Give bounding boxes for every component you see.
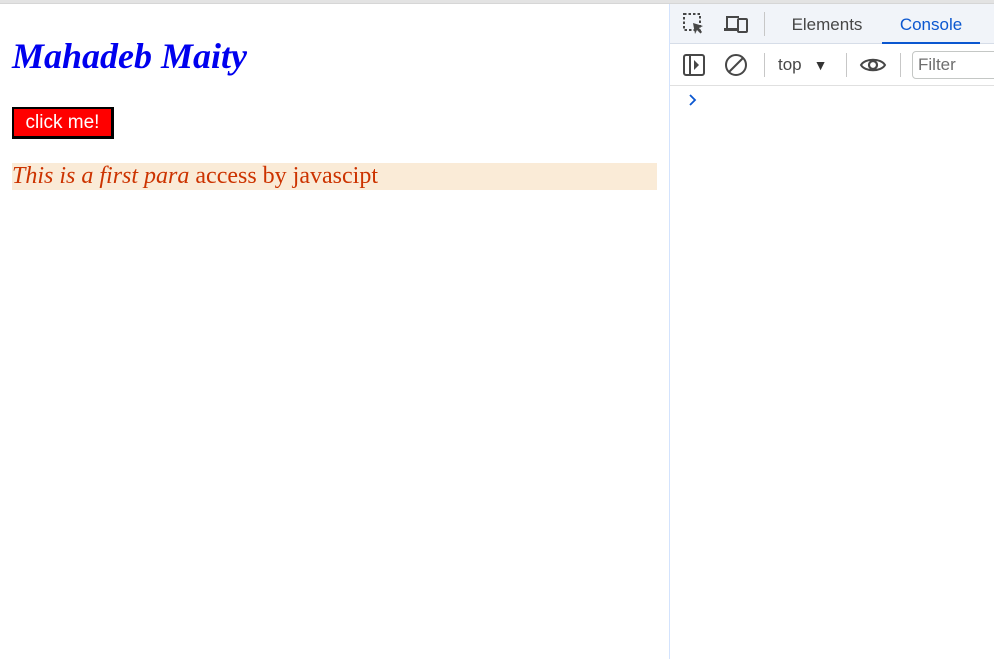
devtools-tabbar: Elements Console: [670, 4, 994, 44]
context-label: top: [778, 55, 802, 74]
paragraph-italic-text: This is a first para: [12, 163, 190, 189]
tab-elements[interactable]: Elements: [782, 4, 872, 44]
live-expression-eye-icon[interactable]: [859, 51, 887, 79]
tabbar-separator: [764, 12, 765, 36]
console-prompt-chevron-icon[interactable]: [686, 92, 700, 108]
context-selector[interactable]: top ▼: [778, 52, 828, 78]
devtools-panel: Elements Console top ▼: [669, 4, 994, 659]
inspect-element-icon[interactable]: [680, 10, 708, 38]
sidebar-toggle-icon[interactable]: [680, 51, 708, 79]
toolbar-separator: [764, 53, 765, 77]
context-dropdown-icon: ▼: [813, 57, 828, 73]
tab-console[interactable]: Console: [882, 4, 980, 44]
click-me-button[interactable]: click me!: [12, 107, 114, 139]
console-toolbar: top ▼: [670, 44, 994, 86]
first-paragraph: This is a first para access by javascipt: [12, 163, 657, 190]
device-toggle-icon[interactable]: [722, 10, 750, 38]
clear-console-icon[interactable]: [722, 51, 750, 79]
page-heading: Mahadeb Maity: [12, 36, 248, 76]
paragraph-plain-text: access by javascipt: [189, 163, 378, 189]
page-content: Mahadeb Maity click me! This is a first …: [0, 4, 669, 659]
toolbar-separator-3: [900, 53, 901, 77]
console-filter-input[interactable]: [912, 51, 994, 79]
toolbar-separator-2: [846, 53, 847, 77]
